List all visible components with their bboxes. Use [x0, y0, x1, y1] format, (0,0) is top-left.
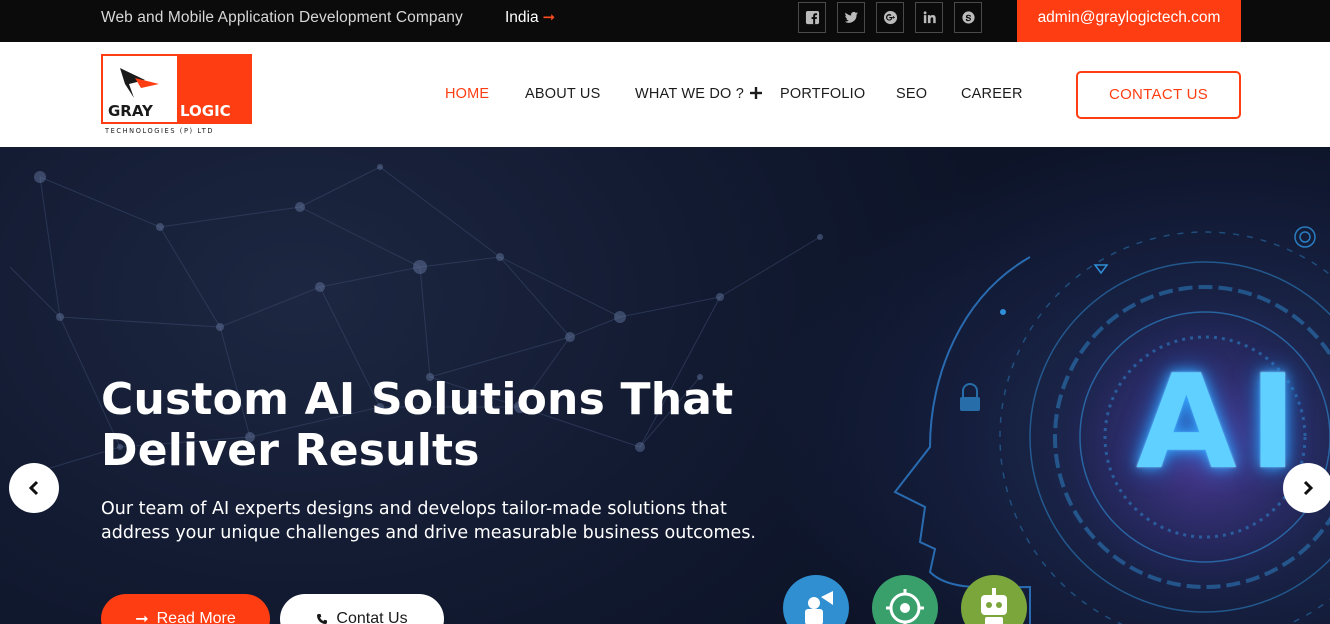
- brain-gear-icon: [872, 575, 938, 624]
- nav-career[interactable]: CAREER: [961, 86, 1023, 102]
- logo-graphic: GRAY LOGIC TECHNOLOGIES (P) LTD: [101, 54, 252, 135]
- robot-icon: [961, 575, 1027, 624]
- google-plus-icon[interactable]: [876, 2, 904, 33]
- slider-prev-button[interactable]: [9, 463, 59, 513]
- nav-portfolio[interactable]: PORTFOLIO: [780, 86, 865, 102]
- ai-graphic-label: AI: [1136, 346, 1309, 498]
- slider-next-button[interactable]: [1283, 463, 1330, 513]
- hero-description: Our team of AI experts designs and devel…: [101, 499, 756, 543]
- country-link[interactable]: India ➞: [505, 0, 555, 42]
- linkedin-icon[interactable]: [915, 2, 943, 33]
- company-tagline: Web and Mobile Application Development C…: [101, 9, 463, 26]
- robot-megaphone-icon: [783, 575, 849, 624]
- logo-subtitle: TECHNOLOGIES (P) LTD: [104, 127, 214, 135]
- contact-us-button[interactable]: CONTACT US: [1076, 71, 1241, 119]
- skype-icon[interactable]: [954, 2, 982, 33]
- phone-icon: [317, 614, 328, 624]
- chevron-left-icon: [28, 480, 39, 496]
- facebook-icon[interactable]: [798, 2, 826, 33]
- site-header: GRAY LOGIC TECHNOLOGIES (P) LTD HOME ABO…: [0, 42, 1330, 147]
- arrow-right-icon: ➞: [135, 611, 149, 624]
- company-logo[interactable]: GRAY LOGIC TECHNOLOGIES (P) LTD: [101, 54, 252, 136]
- arrow-right-icon: ➞: [542, 9, 556, 26]
- twitter-icon[interactable]: [837, 2, 865, 33]
- hero-title: Custom AI Solutions That Deliver Results: [101, 374, 734, 476]
- contact-us-hero-label: Contat Us: [336, 610, 408, 624]
- logo-word-logic: LOGIC: [180, 102, 231, 120]
- top-bar: Web and Mobile Application Development C…: [0, 0, 1330, 42]
- nav-about-us[interactable]: ABOUT US: [525, 86, 600, 102]
- nav-home[interactable]: HOME: [445, 86, 489, 102]
- email-button[interactable]: admin@graylogictech.com: [1017, 0, 1241, 42]
- read-more-label: Read More: [156, 610, 236, 624]
- read-more-button[interactable]: ➞ Read More: [101, 594, 270, 624]
- logo-word-gray: GRAY: [108, 102, 154, 120]
- chevron-right-icon: [1303, 480, 1314, 496]
- country-label: India: [505, 9, 539, 26]
- contact-us-hero-button[interactable]: Contat Us: [280, 594, 444, 624]
- plus-icon[interactable]: [749, 86, 763, 100]
- nav-what-we-do[interactable]: WHAT WE DO ?: [635, 86, 744, 102]
- hero-slider: AI Custom AI Solutions That Deliver Resu…: [0, 147, 1330, 624]
- nav-seo[interactable]: SEO: [896, 86, 927, 102]
